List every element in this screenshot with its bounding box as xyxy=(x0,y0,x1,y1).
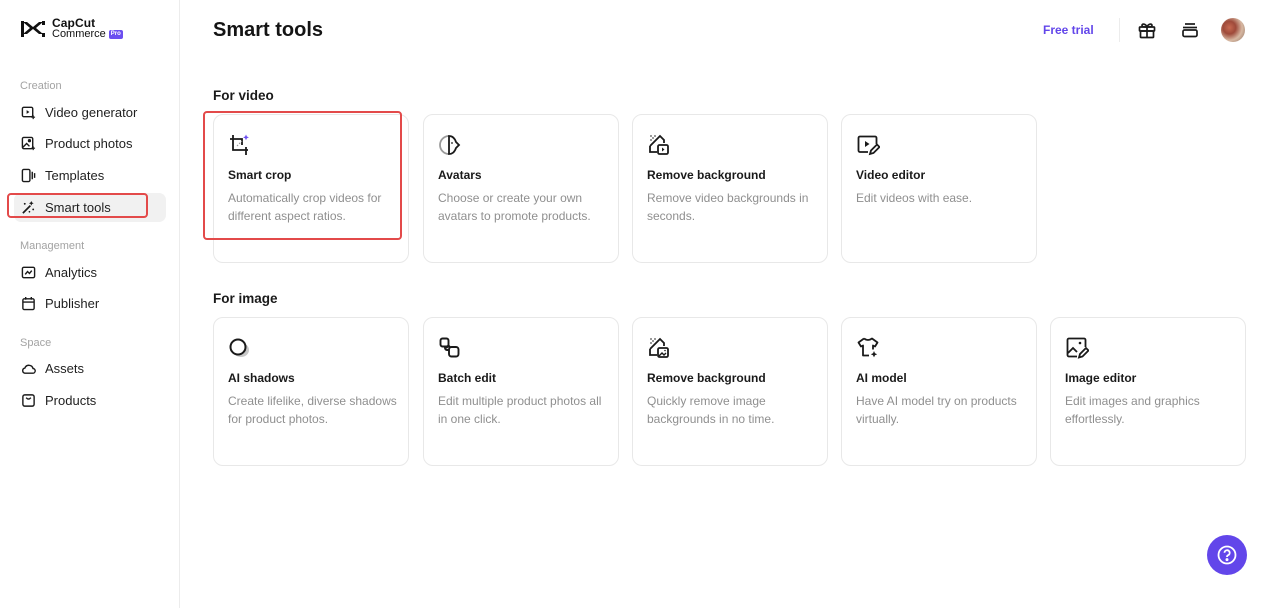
card-title: Batch edit xyxy=(438,371,497,385)
sidebar-item-label: Product photos xyxy=(45,136,133,151)
card-title: Remove background xyxy=(647,168,766,182)
page-title: Smart tools xyxy=(213,19,324,41)
tool-card-image-editor[interactable]: Image editor Edit images and graphics ef… xyxy=(1050,317,1246,466)
sidebar-item-product-photos[interactable]: Product photos xyxy=(14,129,166,158)
card-title: Image editor xyxy=(1065,371,1137,385)
tool-card-ai-shadows[interactable]: AI shadows Create lifelike, diverse shad… xyxy=(213,317,409,466)
card-description: Edit images and graphics effortlessly. xyxy=(1065,394,1200,426)
card-title: AI model xyxy=(856,371,907,385)
card-title: AI shadows xyxy=(228,371,295,385)
image-editor-icon xyxy=(1066,337,1089,359)
card-description: Automatically crop videos for different … xyxy=(228,191,382,223)
ai-model-shirt-icon xyxy=(857,337,879,358)
sidebar-item-label: Templates xyxy=(45,168,105,183)
capcut-commerce-logo[interactable]: CapCut Commerce Pro xyxy=(20,17,123,40)
calendar-icon xyxy=(22,296,35,311)
section-label-creation: Creation xyxy=(20,80,62,92)
sidebar-item-label: Products xyxy=(45,393,97,408)
pro-badge: Pro xyxy=(108,30,123,39)
card-description: Have AI model try on products virtually. xyxy=(856,394,1017,426)
user-avatar[interactable] xyxy=(1221,18,1245,42)
product-photos-icon xyxy=(21,136,36,151)
help-question-icon xyxy=(1217,545,1237,565)
tool-card-batch-edit[interactable]: Batch edit Edit multiple product photos … xyxy=(423,317,619,466)
card-title: Video editor xyxy=(856,168,926,182)
gift-icon[interactable] xyxy=(1137,20,1157,40)
free-trial-link[interactable]: Free trial xyxy=(1043,23,1094,37)
card-description: Choose or create your own avatars to pro… xyxy=(438,191,591,223)
tool-card-avatars[interactable]: Avatars Choose or create your own avatar… xyxy=(423,114,619,263)
section-title-for-video: For video xyxy=(213,88,274,103)
subscription-stack-icon[interactable] xyxy=(1180,20,1200,40)
sidebar-item-smart-tools[interactable]: Smart tools xyxy=(14,193,166,222)
sidebar-item-templates[interactable]: Templates xyxy=(14,161,166,190)
remove-video-background-icon xyxy=(649,134,669,155)
sidebar: CapCut Commerce Pro Creation Video genera… xyxy=(0,0,180,608)
cloud-icon xyxy=(22,364,36,374)
video-editor-icon xyxy=(857,135,880,156)
card-title: Smart crop xyxy=(228,168,292,182)
video-generator-icon xyxy=(21,106,36,120)
tool-card-video-editor[interactable]: Video editor Edit videos with ease. xyxy=(841,114,1037,263)
card-title: Remove background xyxy=(647,371,766,385)
tool-card-ai-model[interactable]: AI model Have AI model try on products v… xyxy=(841,317,1037,466)
avatar-face-icon xyxy=(439,135,461,155)
ai-shadows-icon xyxy=(229,338,249,357)
section-label-space: Space xyxy=(20,337,52,349)
sidebar-item-video-generator[interactable]: Video generator xyxy=(14,98,166,127)
section-title-for-image: For image xyxy=(213,291,278,306)
card-description: Remove video backgrounds in seconds. xyxy=(647,191,809,223)
sidebar-item-label: Assets xyxy=(45,361,85,376)
card-description: Create lifelike, diverse shadows for pro… xyxy=(228,394,397,426)
smart-crop-icon xyxy=(230,134,249,155)
analytics-icon xyxy=(21,266,36,279)
sidebar-item-label: Video generator xyxy=(45,105,138,120)
sidebar-item-products[interactable]: Products xyxy=(14,386,166,415)
sidebar-item-assets[interactable]: Assets xyxy=(14,354,166,383)
remove-image-background-icon xyxy=(649,337,669,358)
header-divider xyxy=(1119,18,1120,42)
tool-card-remove-image-background[interactable]: Remove background Quickly remove image b… xyxy=(632,317,828,466)
sidebar-item-publisher[interactable]: Publisher xyxy=(14,289,166,318)
brand-subname: Commerce xyxy=(52,28,106,40)
capcut-logo-icon xyxy=(21,21,45,37)
sidebar-item-label: Analytics xyxy=(45,265,98,280)
card-description: Quickly remove image backgrounds in no t… xyxy=(647,394,775,426)
product-box-icon xyxy=(22,394,35,407)
card-description: Edit multiple product photos all in one … xyxy=(438,394,602,426)
batch-edit-icon xyxy=(439,337,460,358)
card-title: Avatars xyxy=(438,168,482,182)
tool-card-remove-video-background[interactable]: Remove background Remove video backgroun… xyxy=(632,114,828,263)
card-description: Edit videos with ease. xyxy=(856,191,973,205)
tool-card-smart-crop[interactable]: Smart crop Automatically crop videos for… xyxy=(213,114,409,263)
sidebar-item-label: Publisher xyxy=(45,296,100,311)
sidebar-item-label: Smart tools xyxy=(45,200,111,215)
magic-wand-icon xyxy=(22,200,35,214)
section-label-management: Management xyxy=(20,240,85,252)
help-button[interactable] xyxy=(1207,535,1247,575)
sidebar-item-analytics[interactable]: Analytics xyxy=(14,258,166,287)
templates-icon xyxy=(21,168,36,183)
